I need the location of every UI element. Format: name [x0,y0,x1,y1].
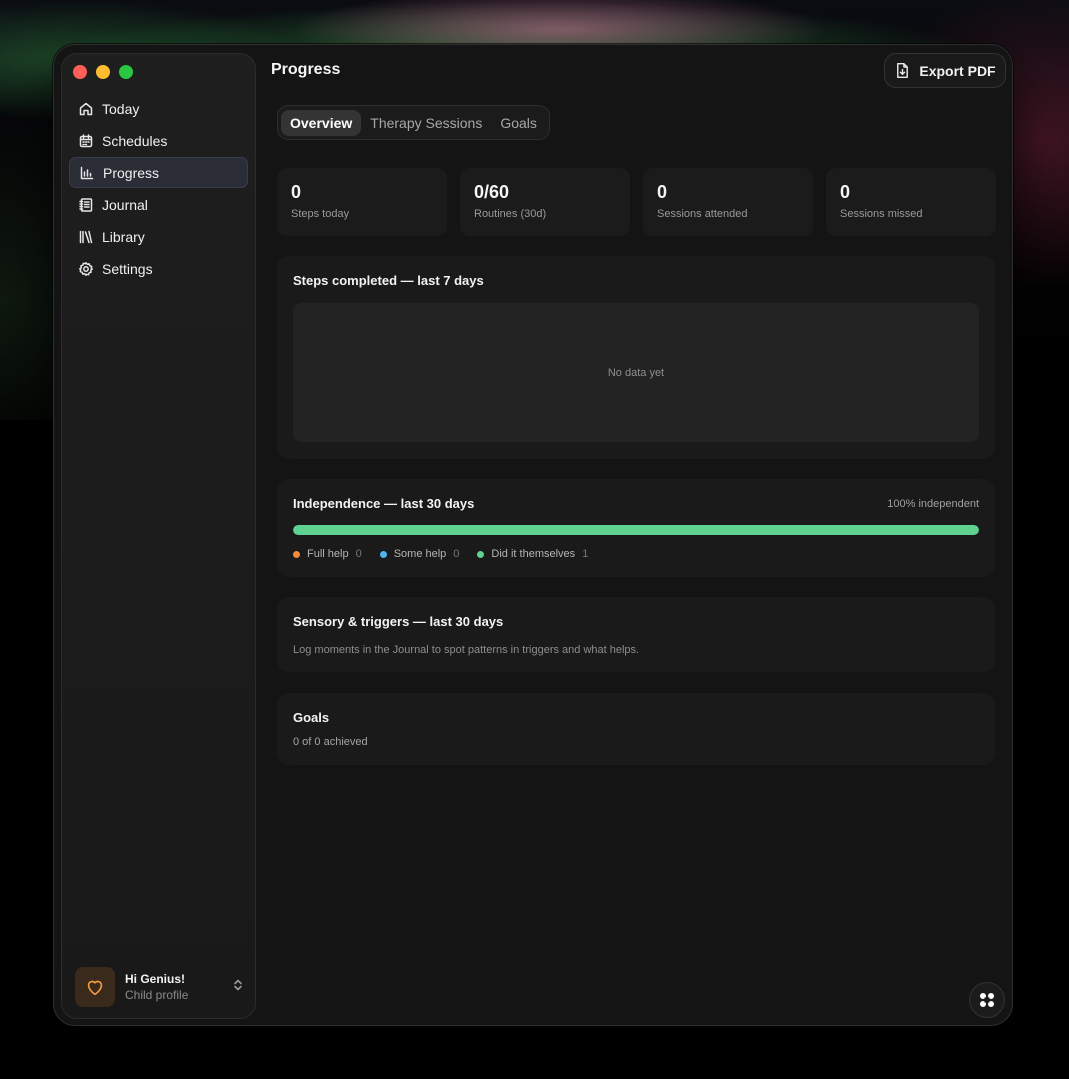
stat-value: 0 [840,182,851,202]
export-pdf-label: Export PDF [919,62,996,79]
stat-label: Steps today [291,208,350,220]
profile-switcher[interactable]: Hi Genius! Child profile [75,966,245,1008]
legend-count: 1 [582,548,589,560]
stat-label: Routines (30d) [474,208,547,220]
stats-row: 0 Steps today 0/60 Routines (30d) 0 Sess… [277,168,996,236]
stat-value: 0/60 [474,182,510,202]
legend-dot [379,550,387,558]
stat-sessions-missed: 0 Sessions missed [826,168,996,236]
goals-card: Goals 0 of 0 achieved [277,693,995,765]
legend-some-help: Some help 0 [379,548,460,560]
sidebar-item-label: Progress [103,164,160,181]
calendar-icon [79,133,93,147]
profile-text: Hi Genius! Child profile [125,972,231,1002]
stat-value: 0 [291,182,302,202]
independence-legend: Full help 0 Some help 0 Did it themselve… [293,548,606,560]
stat-label: Sessions missed [840,208,923,220]
empty-state-text: No data yet [607,366,665,379]
independence-percent: 100% independent [887,498,979,510]
legend-label: Did it themselves [491,548,576,560]
command-button[interactable] [969,982,1005,1018]
sidebar-nav: Today Schedules Progress Journal Library… [69,93,248,285]
sidebar-item-label: Journal [102,196,148,213]
profile-subtitle: Child profile [125,988,189,1002]
legend-label: Some help [393,548,447,560]
legend-count: 0 [453,548,460,560]
stat-steps-today: 0 Steps today [277,168,447,236]
steps-chart-title: Steps completed — last 7 days [293,273,484,288]
sidebar-item-library[interactable]: Library [69,221,248,252]
legend-did-it-themselves: Did it themselves 1 [477,548,588,560]
chevron-up-down-icon [231,978,245,997]
gear-icon [79,261,93,276]
independence-card: Independence — last 30 days 100% indepen… [277,479,995,577]
sidebar-item-label: Settings [102,260,153,277]
profile-name: Hi Genius! [125,972,186,986]
legend-full-help: Full help 0 [293,548,362,560]
sidebar-item-label: Today [102,100,140,117]
tab-goals[interactable]: Goals [491,110,546,136]
sidebar: Today Schedules Progress Journal Library… [61,53,256,1019]
independence-bar [293,525,979,535]
independence-bar-fill [293,525,979,535]
sidebar-item-journal[interactable]: Journal [69,189,248,220]
notebook-icon [79,197,93,212]
legend-label: Full help [307,548,349,560]
stat-label: Sessions attended [657,208,748,220]
legend-count: 0 [355,548,362,560]
sidebar-item-schedules[interactable]: Schedules [69,125,248,156]
window-controls [73,65,133,79]
maximize-window-button[interactable] [119,65,133,79]
sidebar-item-label: Schedules [102,132,168,149]
steps-chart-card: Steps completed — last 7 days No data ye… [277,256,995,459]
stat-sessions-attended: 0 Sessions attended [643,168,813,236]
sensory-title: Sensory & triggers — last 30 days [293,614,504,629]
steps-chart-empty: No data yet [293,303,979,442]
independence-title: Independence — last 30 days [293,496,475,511]
page-title: Progress [271,61,341,78]
legend-dot [477,550,485,558]
sidebar-item-today[interactable]: Today [69,93,248,124]
tab-therapy-sessions[interactable]: Therapy Sessions [361,110,491,136]
file-download-icon [897,62,909,79]
goals-summary: 0 of 0 achieved [293,736,368,748]
minimize-window-button[interactable] [96,65,110,79]
legend-dot [293,550,300,558]
goals-title: Goals [293,710,330,725]
stat-routines: 0/60 Routines (30d) [460,168,630,236]
sensory-description: Log moments in the Journal to spot patte… [293,644,640,656]
sidebar-item-label: Library [102,228,145,245]
sidebar-item-settings[interactable]: Settings [69,253,248,284]
close-window-button[interactable] [73,65,87,79]
command-icon [980,993,994,1007]
avatar [75,967,115,1007]
sensory-card: Sensory & triggers — last 30 days Log mo… [277,597,995,672]
library-icon [79,230,93,243]
app-window: Today Schedules Progress Journal Library… [53,44,1013,1026]
heart-icon [87,980,103,996]
stat-value: 0 [657,182,668,202]
bar-chart-icon [80,166,94,179]
sidebar-item-progress[interactable]: Progress [69,157,248,188]
tab-overview[interactable]: Overview [281,109,362,136]
export-pdf-button[interactable]: Export PDF [884,53,1006,88]
home-icon [79,102,93,115]
progress-tabs: Overview Therapy Sessions Goals [277,105,550,140]
